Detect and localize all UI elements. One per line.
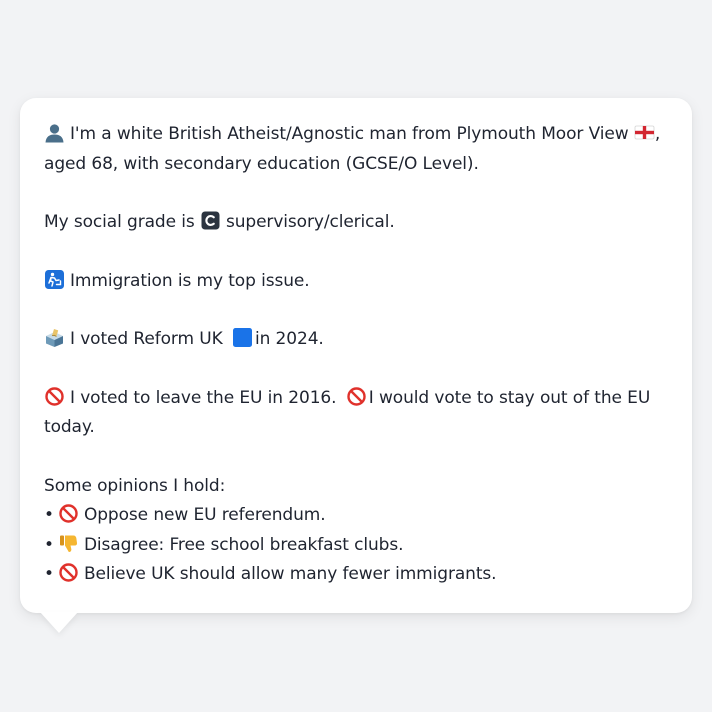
eu-stance: I voted to leave the EU in 2016. I would… [44,384,668,443]
top-issue-text: Immigration is my top issue. [70,270,310,291]
opinion-text: Disagree: Free school breakfast clubs. [83,534,404,555]
person-silhouette-icon [44,122,65,143]
list-item: • Oppose new EU referendum. [44,503,326,525]
opinion-text: Oppose new EU referendum. [83,505,326,525]
eu-today-text: I would vote to stay out of the EU [368,387,651,408]
ballot-box-icon [44,327,65,348]
intro-text: I'm a white British Atheist/Agnostic man… [70,124,629,144]
england-flag-icon [634,122,655,143]
bullet-marker: • [44,505,54,525]
prohibited-icon [58,503,79,524]
prohibited-icon [58,562,79,583]
eu-2016-text: I voted to leave the EU in 2016. [70,387,337,408]
grade-prefix: My social grade is [44,212,195,232]
letter-c-icon [200,210,221,231]
top-issue: Immigration is my top issue. [44,267,668,297]
opinions-heading: Some opinions I hold: [44,475,226,496]
social-grade: My social grade is supervisory/clerical. [44,208,668,238]
profile-intro: I'm a white British Atheist/Agnostic man… [44,120,668,179]
vote-2024: I voted Reform UK in 2024. [44,325,668,355]
opinion-text: Believe UK should allow many fewer immig… [83,564,497,584]
eu-today-text-line2: today. [44,417,95,437]
bullet-marker: • [44,564,54,584]
grade-suffix: supervisory/clerical. [225,212,395,232]
prohibited-icon [346,386,367,407]
message-bubble: I'm a white British Atheist/Agnostic man… [20,98,692,613]
intro-comma: , [654,124,661,144]
thumbs-down-icon [58,533,79,554]
passport-control-icon [44,269,65,290]
list-item: • Disagree: Free school breakfast clubs. [44,533,404,555]
list-item: • Believe UK should allow many fewer imm… [44,562,497,584]
bubble-tail [40,612,78,633]
intro-text-line2: aged 68, with secondary education (GCSE/… [44,153,479,174]
vote-prefix: I voted Reform UK [70,329,223,349]
prohibited-icon [44,386,65,407]
bullet-marker: • [44,534,54,555]
blue-square-icon [232,327,253,348]
opinions-section: Some opinions I hold: • Oppose new EU re… [44,472,668,590]
vote-suffix: in 2024. [254,329,324,349]
